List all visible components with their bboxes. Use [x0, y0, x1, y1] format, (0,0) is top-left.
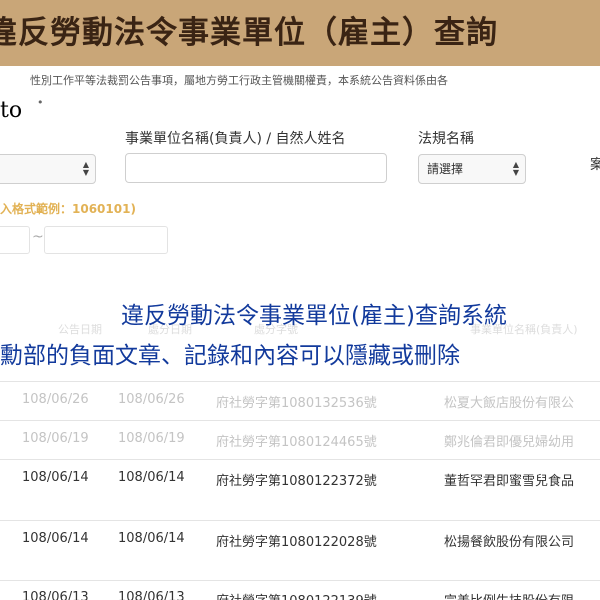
cell-decision-date: 108/06/19: [118, 431, 185, 446]
cell-announce-date: 108/06/19: [22, 431, 89, 446]
employer-name-label: 事業單位名稱(負責人) / 自然人姓名: [125, 131, 346, 147]
law-name-select[interactable]: 請選擇 ▲ ▼: [418, 154, 526, 184]
date-start-input[interactable]: [0, 226, 30, 254]
cell-announce-date: 108/06/14: [22, 470, 89, 485]
row-divider: [0, 580, 600, 581]
overlay-caption-line1: 違反勞動法令事業單位(雇主)查詢系統: [121, 303, 507, 329]
notice-text: 性別工作平等法裁罰公告事項，屬地方勞工行政主管機關權責，本系統公告資料係由各: [30, 74, 448, 87]
cell-doc-number: 府社勞字第1080122139號: [216, 590, 377, 600]
cell-announce-date: 108/06/13: [22, 590, 89, 600]
row-divider: [0, 520, 600, 521]
side-dot: •: [37, 96, 44, 109]
updown-arrow-icon: ▲ ▼: [82, 160, 89, 177]
cell-doc-number: 府社勞字第1080124465號: [216, 435, 377, 450]
cell-doc-number: 府社勞字第1080132536號: [216, 396, 377, 411]
employer-name-input[interactable]: [125, 153, 387, 183]
page-title: 違反勞動法令事業單位（雇主）查詢: [0, 15, 498, 51]
overlay-caption-line2: 勳部的負面文章、記錄和內容可以隱藏或刪除: [0, 343, 460, 369]
cell-doc-number: 府社勞字第1080122372號: [216, 474, 377, 489]
row-divider: [0, 420, 600, 421]
law-select-value: 請選擇: [427, 162, 464, 176]
cell-announce-date: 108/06/26: [22, 392, 89, 407]
cell-doc-number: 府社勞字第1080122028號: [216, 535, 377, 550]
cell-unit-name[interactable]: 鄭兆倫君即優兒婦幼用: [444, 431, 574, 450]
cell-decision-date: 108/06/14: [118, 531, 185, 546]
cell-decision-date: 108/06/14: [118, 470, 185, 485]
date-end-input[interactable]: [44, 226, 168, 254]
row-divider: [0, 381, 600, 382]
cell-unit-name[interactable]: 松揚餐飲股份有限公司: [444, 531, 574, 550]
case-label: 案: [590, 157, 600, 173]
category-select[interactable]: ▲ ▼: [0, 154, 96, 184]
side-label: to: [0, 98, 23, 123]
date-separator: ~: [32, 229, 44, 245]
updown-arrow-icon: ▲ ▼: [512, 160, 519, 177]
row-divider: [0, 459, 600, 460]
page-banner: 違反勞動法令事業單位（雇主）查詢: [0, 0, 600, 66]
cell-announce-date: 108/06/14: [22, 531, 89, 546]
cell-decision-date: 108/06/26: [118, 392, 185, 407]
cell-decision-date: 108/06/13: [118, 590, 185, 600]
cell-unit-name[interactable]: 完美比例生技股份有限: [444, 590, 574, 600]
cell-unit-name[interactable]: 松夏大飯店股份有限公: [444, 392, 574, 411]
cell-unit-name[interactable]: 董哲罕君即蜜雪兒食品: [444, 470, 574, 489]
law-name-label: 法規名稱: [418, 131, 474, 147]
date-format-hint: 入格式範例：1060101): [0, 202, 136, 216]
